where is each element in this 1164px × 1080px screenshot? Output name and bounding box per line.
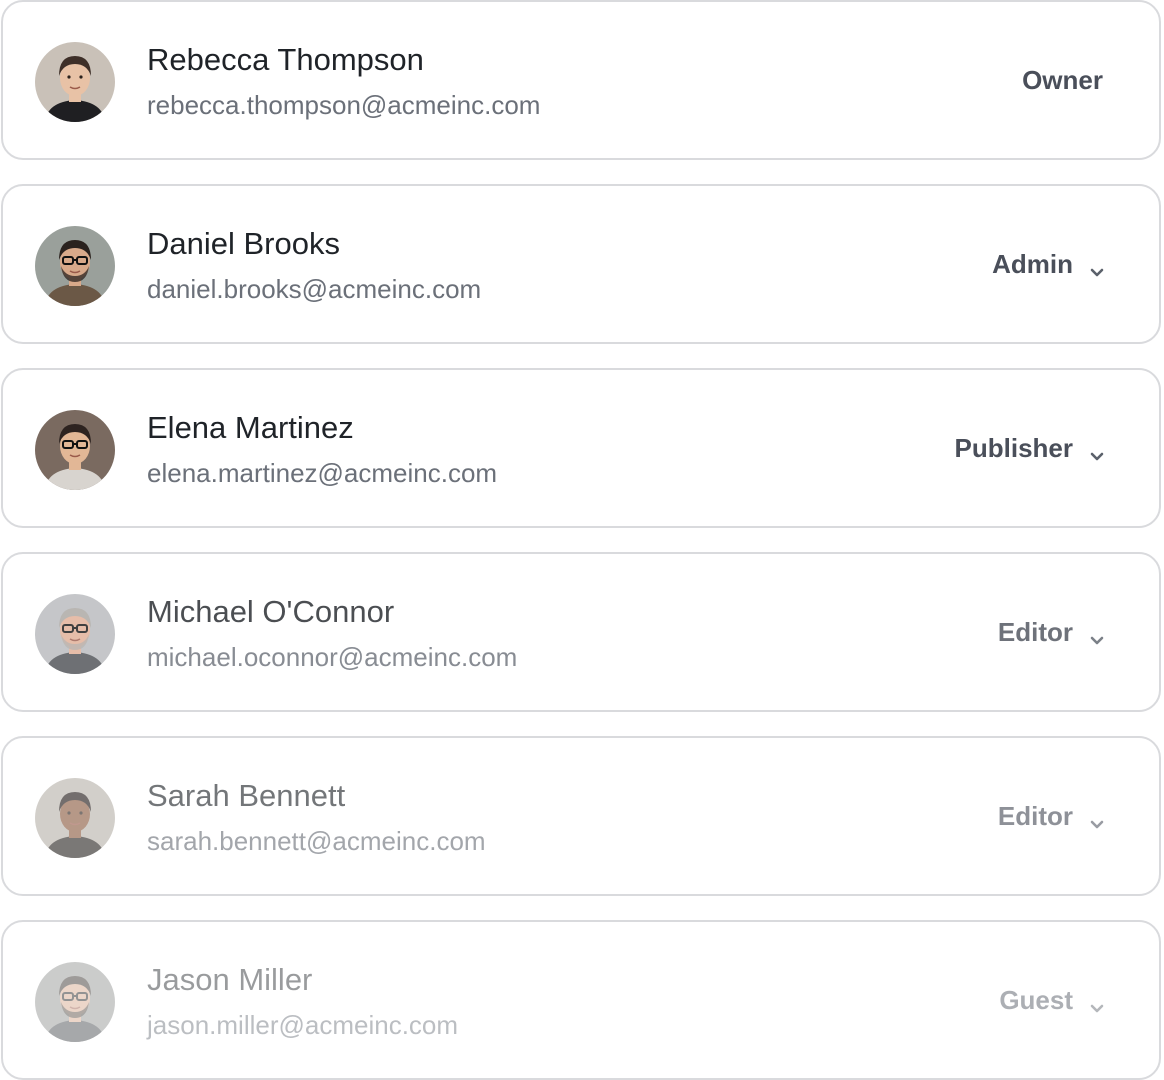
avatar <box>35 410 115 490</box>
role-dropdown[interactable]: Admin <box>992 246 1105 282</box>
member-card: Michael O'Connor michael.oconnor@acmeinc… <box>1 552 1161 712</box>
chevron-down-icon <box>1089 624 1105 645</box>
member-name: Sarah Bennett <box>147 778 346 813</box>
role-dropdown-label: Admin <box>992 248 1073 279</box>
chevron-down-icon <box>1089 808 1105 829</box>
member-card: Daniel Brooks daniel.brooks@acmeinc.com … <box>1 184 1161 344</box>
member-card: Jason Miller jason.miller@acmeinc.com Gu… <box>1 920 1161 1080</box>
member-card: Sarah Bennett sarah.bennett@acmeinc.com … <box>1 736 1161 896</box>
avatar <box>35 226 115 306</box>
member-name: Michael O'Connor <box>147 594 395 629</box>
role-dropdown[interactable]: Guest <box>999 982 1105 1018</box>
role-dropdown[interactable]: Editor <box>998 614 1105 650</box>
role-dropdown-label: Publisher <box>954 432 1073 463</box>
role-dropdown[interactable]: Publisher <box>955 430 1105 466</box>
member-card: Rebecca Thompson rebecca.thompson@acmein… <box>1 0 1161 160</box>
role-label-text: Owner <box>1022 64 1103 95</box>
avatar <box>35 962 115 1042</box>
avatar <box>35 42 115 122</box>
role-dropdown-label: Editor <box>997 616 1073 647</box>
member-email: sarah.bennett@acmeinc.com <box>147 826 486 856</box>
member-name: Rebecca Thompson <box>147 42 424 77</box>
member-name: Elena Martinez <box>147 410 354 445</box>
member-card: Elena Martinez elena.martinez@acmeinc.co… <box>1 368 1161 528</box>
member-email: michael.oconnor@acmeinc.com <box>147 642 518 672</box>
member-email: jason.miller@acmeinc.com <box>147 1010 459 1040</box>
member-name: Daniel Brooks <box>147 226 340 261</box>
member-name: Jason Miller <box>147 962 313 997</box>
role-dropdown[interactable]: Editor <box>998 798 1105 834</box>
chevron-down-icon <box>1089 440 1105 461</box>
member-email: daniel.brooks@acmeinc.com <box>147 274 482 304</box>
chevron-down-icon <box>1089 256 1105 277</box>
avatar <box>35 778 115 858</box>
role-label: Owner <box>1022 62 1103 98</box>
role-dropdown-label: Guest <box>999 984 1073 1015</box>
chevron-down-icon <box>1089 992 1105 1013</box>
avatar <box>35 594 115 674</box>
member-email: rebecca.thompson@acmeinc.com <box>147 90 541 120</box>
member-email: elena.martinez@acmeinc.com <box>147 458 498 488</box>
role-dropdown-label: Editor <box>997 800 1073 831</box>
